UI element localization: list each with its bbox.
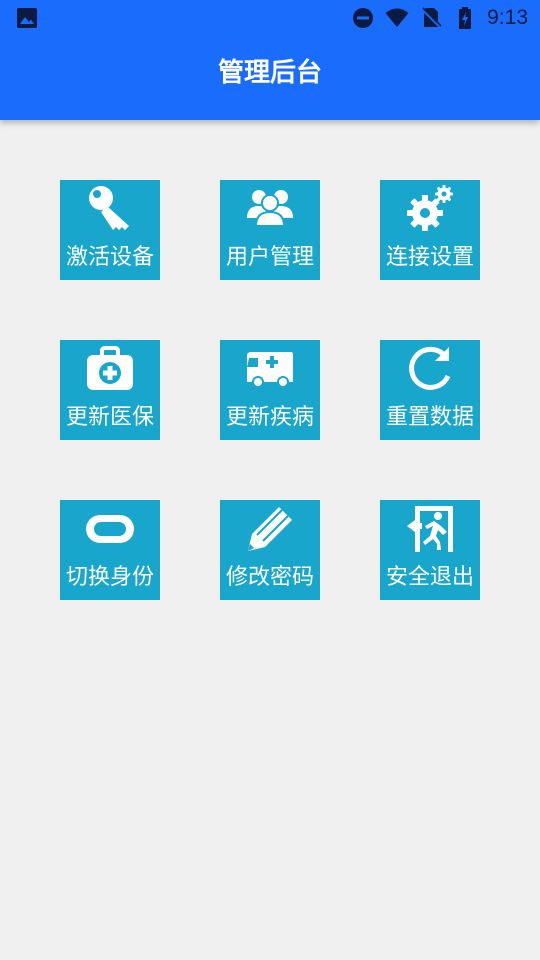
tile-label: 安全退出 <box>385 565 474 590</box>
reset-data-button[interactable]: 重置数据 <box>380 340 480 440</box>
app-bar: 9:13 管理后台 <box>0 0 540 120</box>
tile-label: 更新医保 <box>65 405 154 430</box>
key-icon <box>89 186 129 230</box>
connection-settings-button[interactable]: 连接设置 <box>380 180 480 280</box>
tile-label: 切换身份 <box>65 565 154 590</box>
do-not-disturb-icon <box>353 8 374 28</box>
change-password-button[interactable]: 修改密码 <box>220 500 320 600</box>
wifi-icon <box>385 8 409 27</box>
gears-icon <box>407 185 453 231</box>
tile-label: 激活设备 <box>65 245 154 270</box>
battery-charging-icon <box>459 7 472 29</box>
refresh-icon <box>409 346 451 390</box>
tile-label: 重置数据 <box>385 405 474 430</box>
tile-label: 更新疾病 <box>225 405 314 430</box>
page-title: 管理后台 <box>217 58 322 88</box>
status-bar: 9:13 <box>0 0 540 36</box>
user-management-button[interactable]: 用户管理 <box>220 180 320 280</box>
exit-icon <box>407 506 453 552</box>
clock-time: 9:13 <box>487 6 528 29</box>
safe-exit-button[interactable]: 安全退出 <box>380 500 480 600</box>
update-disease-button[interactable]: 更新疾病 <box>220 340 320 440</box>
image-notification-icon <box>17 8 37 28</box>
activate-device-button[interactable]: 激活设备 <box>60 180 160 280</box>
tile-label: 连接设置 <box>385 245 474 270</box>
tile-label: 修改密码 <box>225 565 314 590</box>
pencil-icon <box>248 507 292 551</box>
menu-grid: 激活设备 用户管理 连接设置 更新医保 更新疾病 重置数据 切换身份 修改密码 … <box>60 180 480 600</box>
ambulance-icon <box>247 352 293 388</box>
update-insurance-button[interactable]: 更新医保 <box>60 340 160 440</box>
medical-kit-icon <box>87 346 133 390</box>
status-icons: 9:13 <box>351 4 528 32</box>
users-icon <box>247 190 293 227</box>
no-sim-icon <box>421 7 442 28</box>
switch-identity-button[interactable]: 切换身份 <box>60 500 160 600</box>
tile-label: 用户管理 <box>225 245 314 270</box>
toggle-icon <box>86 515 134 543</box>
